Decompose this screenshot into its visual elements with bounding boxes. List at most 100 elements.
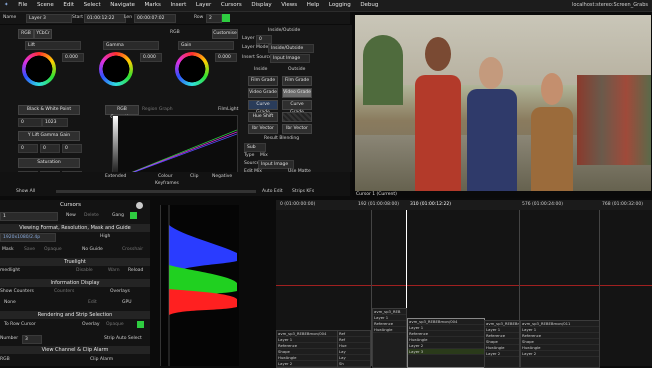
gamma-value[interactable]: 0.000 xyxy=(140,53,162,62)
strip-auto-select-toggle[interactable]: Strip Auto Select xyxy=(104,336,142,341)
menu-display[interactable]: Display xyxy=(247,0,275,11)
outside-film-grade-button[interactable]: Film Grade xyxy=(282,76,312,86)
menu-scene[interactable]: Scene xyxy=(33,0,58,11)
inside-ibr-vector-button[interactable]: Ibr Vector xyxy=(248,124,278,134)
warn-button[interactable]: Warn xyxy=(108,268,120,273)
outside-video-grade-button[interactable]: Video Grade xyxy=(282,88,312,98)
none-select[interactable]: None xyxy=(4,300,16,305)
use-matte-toggle[interactable]: Use Matte xyxy=(288,169,311,174)
mask-select[interactable]: Mask xyxy=(2,247,14,252)
menu-cursors[interactable]: Cursors xyxy=(217,0,246,11)
tab-ycbcr[interactable]: YCbCr xyxy=(34,29,52,39)
auto-edit-toggle[interactable]: Auto Edit xyxy=(262,189,283,194)
edit-mix-button[interactable]: Edit Mix xyxy=(244,169,262,174)
colour-toggle[interactable]: Colour xyxy=(158,174,173,179)
video-frame[interactable] xyxy=(355,15,651,191)
menu-layer[interactable]: Layer xyxy=(192,0,215,11)
source-select[interactable]: Input Image xyxy=(258,160,294,169)
menu-edit[interactable]: Edit xyxy=(59,0,78,11)
y-lift-gamma-gain-button[interactable]: Y Lift Gamma Gain xyxy=(18,131,80,141)
keyframe-track[interactable] xyxy=(56,190,256,193)
start-field[interactable]: 01:00:12:22 xyxy=(84,14,126,23)
truelight-select[interactable]: medlight xyxy=(0,268,20,273)
blend-select[interactable]: Sub xyxy=(244,143,266,152)
number-field[interactable]: 3 xyxy=(22,335,42,344)
inside-curve-grade-button[interactable]: Curve Grade xyxy=(248,100,278,115)
counters-button[interactable]: Counters xyxy=(54,289,74,294)
gamma-color-wheel[interactable] xyxy=(99,52,133,86)
menu-navigate[interactable]: Navigate xyxy=(106,0,139,11)
high-select[interactable]: High xyxy=(100,234,110,239)
app-logo-icon[interactable]: ✦ xyxy=(0,0,13,11)
y-lift-field[interactable]: 0 xyxy=(18,144,38,153)
no-guide-select[interactable]: No Guide xyxy=(82,247,103,252)
clip-block-1[interactable]: avm_sp3_REB Layer 1 Reference HueAngle xyxy=(372,308,407,368)
extended-toggle[interactable]: Extended xyxy=(105,174,126,179)
row-field[interactable]: 2 xyxy=(206,14,222,23)
opaque-select[interactable]: Opaque xyxy=(106,322,124,327)
show-all-button[interactable]: Show All xyxy=(16,189,35,194)
outside-hue-shift-button[interactable] xyxy=(282,112,312,122)
show-counters-select[interactable]: Show Counters xyxy=(0,289,34,294)
saturation-button[interactable]: Saturation xyxy=(18,158,80,168)
edit-button[interactable]: Edit xyxy=(88,300,97,305)
clip-block-mid-left[interactable]: Ref Ref Hue Lay Lay Sh xyxy=(337,330,371,368)
overlays-toggle[interactable]: Overlays xyxy=(110,289,130,294)
rgb-correction-tab[interactable]: RGB Correction xyxy=(105,105,139,120)
reload-button[interactable]: Reload xyxy=(128,268,143,273)
clip-alarm-toggle[interactable]: Clip Alarm xyxy=(90,357,113,362)
rgb-select[interactable]: RGB xyxy=(0,357,10,362)
clip-block-3[interactable]: avm_sp3_REBEBmon/011 Layer 1 Reference S… xyxy=(484,320,520,368)
outside-curve-grade-button[interactable]: Curve Grade xyxy=(282,100,312,115)
to-row-cursor-select[interactable]: To Row Cursor xyxy=(4,322,36,327)
cursor-select[interactable]: 1 xyxy=(0,212,58,221)
menu-help[interactable]: Help xyxy=(303,0,324,11)
negative-toggle[interactable]: Negative xyxy=(212,174,232,179)
insert-source-select[interactable]: Input Image xyxy=(270,54,310,63)
disable-button[interactable]: Disable xyxy=(76,268,93,273)
crosshair-button[interactable]: Crosshair xyxy=(122,247,143,252)
layer-mode-select[interactable]: Inside/Outside xyxy=(268,44,314,53)
white-point-field[interactable]: 1023 xyxy=(42,118,68,127)
menu-file[interactable]: File xyxy=(14,0,31,11)
delete-cursor-button[interactable]: Delete xyxy=(84,213,99,218)
gain-color-wheel[interactable] xyxy=(175,52,209,86)
clip-block-left[interactable]: avm_sp3_REBEBmon/004 Layer 1 Reference S… xyxy=(276,330,338,368)
strip-kfs-toggle[interactable]: Strips KFs xyxy=(292,189,314,194)
tab-rgb[interactable]: RGB xyxy=(18,29,34,39)
clip-block-selected[interactable]: avm_sp3_REBEBmon/004 Layer 1 Reference H… xyxy=(407,318,485,368)
menu-select[interactable]: Select xyxy=(80,0,105,11)
outside-ibr-vector-button[interactable]: Ibr Vector xyxy=(282,124,312,134)
lift-color-wheel[interactable] xyxy=(22,52,56,86)
gang-button[interactable]: Gang xyxy=(112,213,124,218)
gain-value[interactable]: 0.000 xyxy=(215,53,237,62)
len-field[interactable]: 00:00:07:02 xyxy=(134,14,176,23)
y-gamma-field[interactable]: 0 xyxy=(40,144,60,153)
inside-hue-shift-button[interactable]: Hue Shift xyxy=(248,112,278,122)
timeline-ruler[interactable]: 0 (01:00:00:00) 192 (01:00:08:00) 310 (0… xyxy=(276,200,652,210)
cursor-settings-icon[interactable] xyxy=(136,202,143,209)
menu-marks[interactable]: Marks xyxy=(140,0,164,11)
gang-toggle[interactable] xyxy=(130,212,137,219)
clip-block-4[interactable]: avm_sp3_REBEBmon/011 Layer 1 Reference S… xyxy=(520,320,600,368)
black-point-field[interactable]: 0 xyxy=(18,118,42,127)
black-white-point-button[interactable]: Black & White Point xyxy=(18,105,80,115)
layer-field[interactable]: 0 xyxy=(256,35,272,44)
format-select[interactable]: 1920x1080/2.4p xyxy=(0,233,56,242)
clip-toggle[interactable]: Clip xyxy=(190,174,199,179)
inside-film-grade-button[interactable]: Film Grade xyxy=(248,76,278,86)
region-graph-tab[interactable]: Region Graph xyxy=(142,107,173,112)
row-active-toggle[interactable] xyxy=(222,14,230,22)
histogram-scope[interactable] xyxy=(160,205,239,366)
timeline-area[interactable]: avm_sp3_REBEBmon/004 Layer 1 Reference S… xyxy=(276,210,652,368)
save-button[interactable]: Save xyxy=(24,247,35,252)
layer-name-field[interactable]: Layer 3 xyxy=(26,14,72,23)
menu-logging[interactable]: Logging xyxy=(325,0,355,11)
customise-button[interactable]: Customise xyxy=(212,29,238,39)
menu-insert[interactable]: Insert xyxy=(167,0,191,11)
gpu-toggle[interactable]: GPU xyxy=(122,300,132,305)
y-gain-field[interactable]: 0 xyxy=(62,144,82,153)
menu-views[interactable]: Views xyxy=(277,0,301,11)
new-cursor-button[interactable]: New xyxy=(66,213,76,218)
lift-value[interactable]: 0.000 xyxy=(62,53,84,62)
